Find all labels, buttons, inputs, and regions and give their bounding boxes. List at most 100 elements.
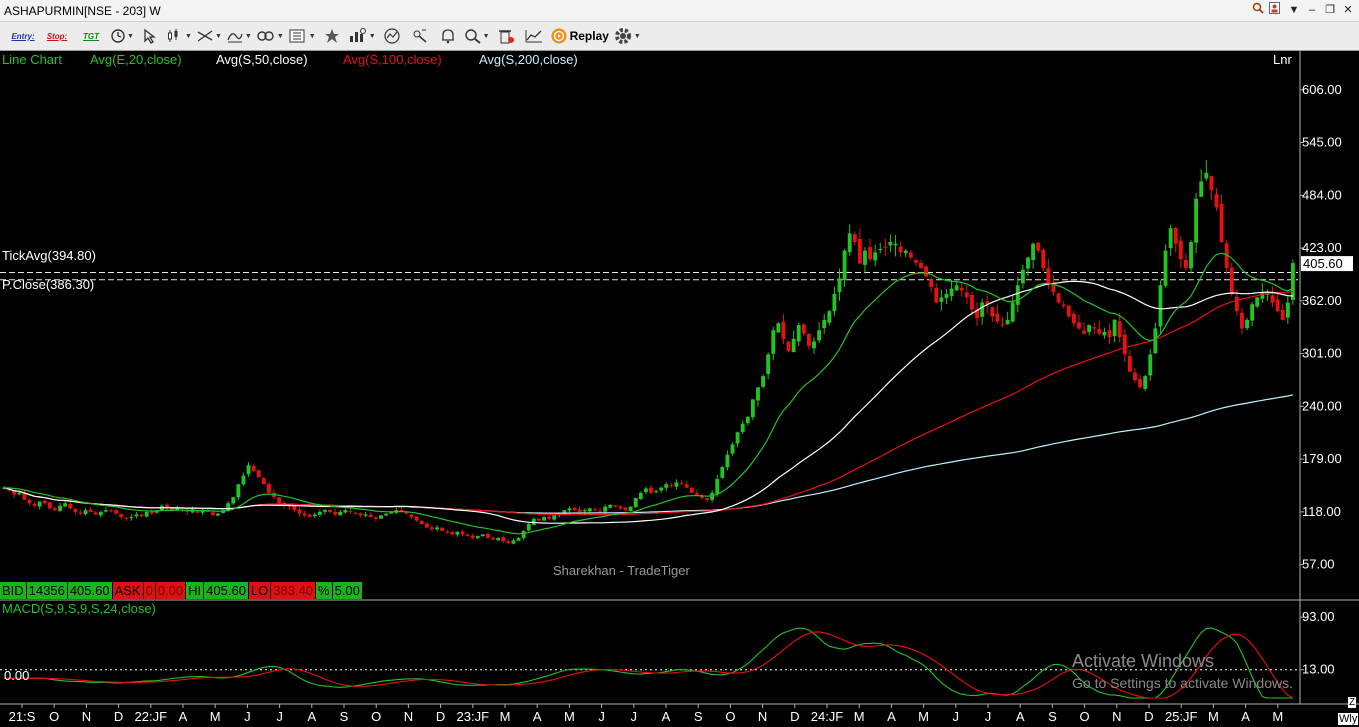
target-button[interactable]: TGT — [76, 24, 106, 48]
candle-body — [134, 514, 139, 517]
candle-body — [552, 515, 557, 520]
pointer-tool-button[interactable] — [138, 24, 162, 48]
date-tick-label: N — [758, 709, 767, 724]
candle-body — [1066, 305, 1071, 317]
last-price-label: 405.60 — [1303, 256, 1343, 271]
chart-type-button[interactable]: ▼ — [166, 24, 192, 48]
profile-icon[interactable] — [1269, 2, 1283, 18]
candle-body — [959, 287, 964, 291]
restore-icon[interactable]: ❐ — [1323, 2, 1337, 18]
legend-sma50[interactable]: Avg(S,50,close) — [216, 52, 308, 67]
date-tick-label: 21:S — [9, 709, 36, 724]
candle-body — [679, 483, 684, 485]
date-tick-label: M — [1272, 709, 1283, 724]
search-icon[interactable] — [1251, 2, 1265, 18]
date-tick-label: J — [953, 709, 960, 724]
legend-sma100[interactable]: Avg(S,100,close) — [343, 52, 442, 67]
candle-body — [98, 511, 103, 516]
candle-body — [1082, 330, 1086, 334]
legend-ema20[interactable]: Avg(E,20,close) — [90, 52, 182, 67]
zoom-button[interactable]: ▼ — [464, 24, 490, 48]
candle-body — [251, 465, 256, 472]
candle-body — [103, 510, 108, 512]
replay-button[interactable]: Replay — [550, 24, 609, 48]
candle-body — [129, 517, 134, 519]
date-tick-label: D — [114, 709, 123, 724]
price-chart[interactable]: 606.00 545.00 484.00 423.00 362.00 301.00 240.… — [0, 51, 1359, 727]
date-tick-label: A — [1241, 709, 1250, 724]
candle-body — [1229, 267, 1234, 294]
candle-body — [542, 517, 546, 521]
line-chart-icon — [524, 28, 544, 44]
date-tick-label: 22:JF — [135, 709, 168, 724]
candle-body — [1102, 331, 1107, 336]
alert-button[interactable] — [436, 24, 460, 48]
candle-body — [766, 354, 771, 374]
candle-body — [832, 293, 837, 312]
chart-area[interactable]: 606.00 545.00 484.00 423.00 362.00 301.00 240.… — [0, 51, 1359, 727]
date-tick-label: A — [1016, 709, 1025, 724]
candle-body — [623, 507, 628, 511]
zoom-tool-button[interactable] — [408, 24, 432, 48]
candle-body — [776, 323, 781, 333]
ask-label: ASK — [112, 582, 144, 599]
candle-body — [796, 325, 801, 342]
compare-button[interactable] — [522, 24, 546, 48]
candle-body — [674, 482, 679, 487]
crosshair-tool-button[interactable]: ▼ — [110, 24, 134, 48]
macd-zero-label: 0.00 — [4, 668, 30, 683]
candle-body — [216, 513, 220, 516]
candle-body — [822, 319, 827, 329]
candle-body — [1173, 227, 1178, 244]
close-icon[interactable]: ✕ — [1341, 2, 1355, 18]
candle-body — [806, 333, 811, 346]
candle-body — [491, 537, 496, 540]
candle-body — [771, 330, 776, 354]
candle-body — [593, 509, 597, 511]
settings-button[interactable]: ▼ — [613, 24, 641, 48]
date-tick-label: O — [1080, 709, 1090, 724]
indicator-button[interactable]: ▼ — [348, 24, 376, 48]
candle-body — [725, 454, 730, 468]
candle-body — [1056, 293, 1061, 303]
layout-button[interactable]: ▼ — [288, 24, 316, 48]
candle-body — [419, 520, 424, 524]
replay-label: Replay — [569, 29, 609, 43]
candle-body — [613, 505, 618, 507]
date-tick-label: J — [985, 709, 992, 724]
date-tick-label: 24:JF — [811, 709, 844, 724]
chart-background — [0, 51, 1359, 727]
scale-type-label[interactable]: Lnr — [1273, 52, 1292, 67]
candle-body — [1122, 334, 1127, 355]
candle-body — [27, 499, 32, 504]
candle-body — [323, 510, 327, 512]
zoom-corner-label[interactable]: Z — [1348, 697, 1357, 708]
high-label: HI — [186, 582, 205, 599]
date-tick-label: D — [1144, 709, 1153, 724]
legend-sma200[interactable]: Avg(S,200,close) — [479, 52, 578, 67]
favorite-button[interactable] — [320, 24, 344, 48]
ask-price: 0.00 — [155, 582, 187, 599]
candle-body — [582, 510, 587, 512]
delete-button[interactable] — [494, 24, 518, 48]
fibonacci-button[interactable]: ▼ — [226, 24, 252, 48]
minimize-icon[interactable]: – — [1305, 2, 1319, 18]
link-button[interactable]: ▼ — [256, 24, 284, 48]
macd-title[interactable]: MACD(S,9,S,9,S,24,close) — [2, 601, 156, 616]
candle-body — [465, 534, 470, 537]
candle-body — [1097, 328, 1102, 334]
dropdown-icon[interactable]: ▼ — [1287, 2, 1301, 18]
drawing-tools-button[interactable]: ▼ — [196, 24, 222, 48]
date-tick-label: O — [49, 709, 59, 724]
candle-body — [929, 278, 934, 287]
activate-windows-subtitle: Go to Settings to activate Windows. — [1072, 675, 1293, 691]
stop-button[interactable]: Stop: — [42, 24, 72, 48]
bell-icon — [439, 28, 457, 44]
candle-body — [908, 252, 913, 258]
entry-button[interactable]: Entry: — [8, 24, 38, 48]
candle-body — [353, 512, 358, 514]
scan-button[interactable] — [380, 24, 404, 48]
date-tick-label: M — [1208, 709, 1219, 724]
legend-chart-type[interactable]: Line Chart — [2, 52, 62, 67]
weekly-period-label[interactable]: Wly — [1338, 713, 1359, 725]
